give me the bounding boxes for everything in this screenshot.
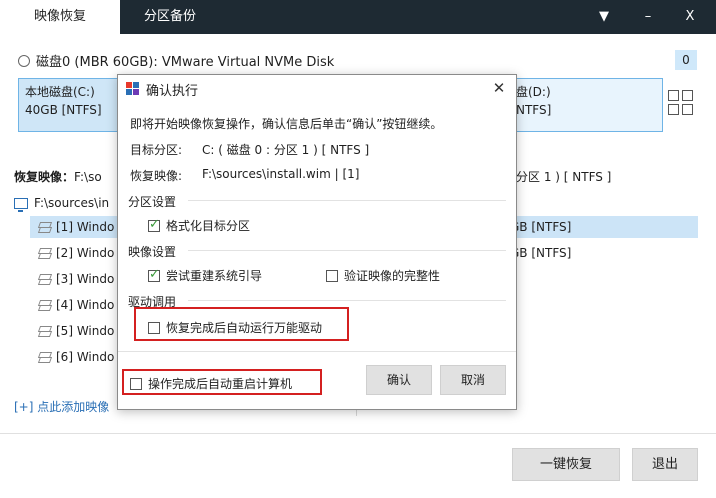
dialog-title-bar: 确认执行 bbox=[118, 75, 516, 103]
restore-image-label: 恢复映像： bbox=[14, 170, 75, 184]
list-item-info: GB [NTFS] bbox=[510, 220, 572, 234]
restore-image-path: F:\so bbox=[74, 170, 102, 184]
verify-image-option[interactable]: 验证映像的完整性 bbox=[326, 267, 440, 284]
partition-size: 40GB [NTFS] bbox=[25, 103, 102, 117]
format-target-option[interactable]: 格式化目标分区 bbox=[148, 217, 250, 234]
disk-count-badge: 0 bbox=[675, 50, 697, 70]
partition-size: NTFS] bbox=[516, 103, 552, 117]
divider bbox=[118, 351, 516, 352]
checkbox-checked[interactable] bbox=[148, 217, 160, 232]
option-label: 尝试重建系统引导 bbox=[166, 269, 263, 283]
close-icon[interactable]: ✕ bbox=[488, 77, 510, 99]
cancel-button[interactable]: 取消 bbox=[440, 365, 506, 395]
restore-image-line: 恢复映像：F:\so bbox=[14, 168, 102, 185]
auto-driver-option[interactable]: 恢复完成后自动运行万能驱动 bbox=[148, 319, 322, 336]
option-label: 操作完成后自动重启计算机 bbox=[148, 377, 293, 391]
section-partition-settings: 分区设置 bbox=[128, 195, 177, 209]
layers-icon bbox=[38, 273, 50, 285]
list-item-name: [6] Windo bbox=[56, 350, 115, 364]
layers-icon bbox=[38, 351, 50, 363]
option-label: 验证映像的完整性 bbox=[344, 269, 441, 283]
layers-icon bbox=[38, 299, 50, 311]
restore-image-value: F:\sources\install.wim | [1] bbox=[202, 167, 360, 181]
add-image-link[interactable]: [+] 点此添加映像 bbox=[14, 398, 109, 415]
tab-partition-backup[interactable]: 分区备份 bbox=[120, 0, 220, 34]
option-label: 恢复完成后自动运行万能驱动 bbox=[166, 321, 323, 335]
partition-label: 本地磁盘(C:) bbox=[25, 85, 95, 99]
restore-image-label: 恢复映像: bbox=[130, 169, 183, 183]
view-grid-icon[interactable] bbox=[668, 90, 694, 116]
tree-root[interactable]: F:\sources\in bbox=[14, 196, 110, 212]
list-item-info: GB [NTFS] bbox=[510, 246, 572, 260]
minimize-button[interactable]: – bbox=[630, 0, 666, 34]
checkbox-unchecked[interactable] bbox=[130, 377, 142, 390]
checkbox-checked[interactable] bbox=[148, 267, 160, 282]
checkbox-unchecked[interactable] bbox=[326, 269, 338, 282]
list-item-name: [1] Windo bbox=[56, 220, 115, 234]
rebuild-boot-option[interactable]: 尝试重建系统引导 bbox=[148, 267, 262, 284]
partition-label: 盘(D:) bbox=[516, 85, 551, 99]
target-partition-label: 目标分区: bbox=[130, 143, 183, 157]
list-item-name: [3] Windo bbox=[56, 272, 115, 286]
partition-d[interactable]: 盘(D:) NTFS] bbox=[505, 78, 663, 132]
divider bbox=[188, 300, 506, 301]
disk-label: 磁盘0 (MBR 60GB): VMware Virtual NVMe Disk bbox=[36, 55, 335, 70]
checkbox-unchecked[interactable] bbox=[148, 321, 160, 334]
layers-icon bbox=[38, 221, 50, 233]
layers-icon bbox=[38, 325, 50, 337]
exit-button[interactable]: 退出 bbox=[632, 448, 698, 481]
dropdown-icon[interactable]: ▼ bbox=[586, 0, 622, 34]
dialog-intro: 即将开始映像恢复操作，确认信息后单击“确认”按钮继续。 bbox=[130, 117, 443, 131]
one-click-restore-button[interactable]: 一键恢复 bbox=[512, 448, 620, 481]
tree-root-label: F:\sources\in bbox=[34, 196, 110, 210]
layers-icon bbox=[38, 247, 50, 259]
divider bbox=[0, 433, 716, 434]
divider bbox=[188, 250, 506, 251]
list-item-name: [5] Windo bbox=[56, 324, 115, 338]
section-image-settings: 映像设置 bbox=[128, 245, 177, 259]
list-item-name: [4] Windo bbox=[56, 298, 115, 312]
divider bbox=[188, 200, 506, 201]
app-icon bbox=[126, 82, 140, 96]
tab-image-restore[interactable]: 映像恢复 bbox=[0, 0, 120, 34]
restore-target-tail: 分区 1 ) [ NTFS ] bbox=[516, 170, 612, 184]
dialog-title: 确认执行 bbox=[146, 83, 199, 99]
disk-selector[interactable]: 磁盘0 (MBR 60GB): VMware Virtual NVMe Disk bbox=[18, 51, 334, 70]
target-partition-value: C: ( 磁盘 0 : 分区 1 ) [ NTFS ] bbox=[202, 143, 370, 157]
auto-reboot-option[interactable]: 操作完成后自动重启计算机 bbox=[130, 375, 292, 392]
option-label: 格式化目标分区 bbox=[166, 219, 251, 233]
title-bar: 映像恢复 分区备份 ▼ – X bbox=[0, 0, 716, 34]
computer-icon bbox=[14, 197, 28, 212]
close-button[interactable]: X bbox=[672, 0, 708, 34]
list-item-name: [2] Windo bbox=[56, 246, 115, 260]
confirm-button[interactable]: 确认 bbox=[366, 365, 432, 395]
partition-c[interactable]: 本地磁盘(C:) 40GB [NTFS] bbox=[18, 78, 128, 132]
radio-icon[interactable] bbox=[18, 54, 30, 67]
confirm-dialog: 确认执行 ✕ 即将开始映像恢复操作，确认信息后单击“确认”按钮继续。 目标分区:… bbox=[117, 74, 517, 410]
